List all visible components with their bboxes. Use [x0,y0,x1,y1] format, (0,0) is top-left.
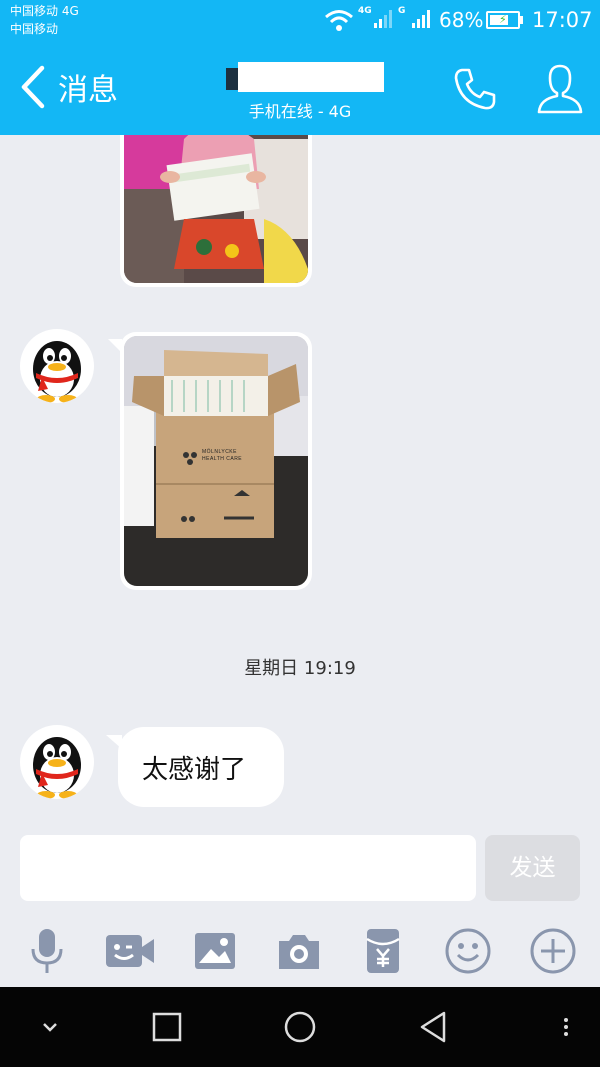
red-packet-icon[interactable] [357,925,409,977]
top-bar: 中国移动 4G 中国移动 4G G 68% ⚡ 17:07 消息 手机在线 - … [0,0,600,135]
photo-message[interactable]: MÖLNLYCKE HEALTH CARE [120,332,312,590]
penguin-avatar-icon [33,341,81,403]
emoji-icon[interactable] [442,925,494,977]
image-icon[interactable] [189,925,241,977]
signal-strength-icon: 4G [358,6,394,32]
chevron-left-icon [21,65,45,109]
profile-icon[interactable] [536,62,584,114]
video-call-icon[interactable] [104,925,156,977]
recent-apps-icon[interactable] [150,1007,184,1047]
avatar[interactable] [20,725,94,799]
avatar[interactable] [20,329,94,403]
network-type-label: 4G [358,6,372,16]
message-input[interactable] [20,835,476,901]
composer: 发送 [0,835,600,915]
carrier-line-2: 中国移动 [10,22,59,36]
phone-icon[interactable] [452,66,498,112]
photo-message[interactable] [120,135,312,287]
back-label: 消息 [58,73,118,108]
clock: 17:07 [532,8,593,32]
home-icon[interactable] [282,1007,318,1047]
signal-strength-icon: G [398,6,432,32]
status-bar: 中国移动 4G 中国移动 4G G 68% ⚡ 17:07 [0,0,600,44]
box-label-line-2: HEALTH CARE [202,456,243,462]
back-nav-icon[interactable] [416,1007,450,1047]
contact-name-redacted [226,62,384,92]
chevron-down-icon[interactable] [38,1007,62,1047]
microphone-icon[interactable] [21,925,73,977]
penguin-avatar-icon [33,737,81,799]
chat-area[interactable]: MÖLNLYCKE HEALTH CARE 星期日 19:19 太感谢了 [0,135,600,835]
network-type-label: G [398,6,406,16]
online-status: 手机在线 - 4G [248,102,352,121]
system-navigation-bar [0,987,600,1067]
send-button[interactable]: 发送 [485,835,580,901]
carrier-line-1: 中国移动 4G [10,4,79,18]
camera-icon[interactable] [273,925,325,977]
back-button[interactable]: 消息 [18,64,118,110]
photo [124,135,308,283]
message-text: 太感谢了 [142,755,247,785]
message-timestamp: 星期日 19:19 [244,658,356,679]
battery-icon: ⚡ [486,11,520,29]
text-message[interactable]: 太感谢了 [118,727,284,807]
more-options-icon[interactable] [558,1007,574,1047]
battery-percent: 68% [439,8,484,32]
composer-toolbar [0,915,600,987]
battery-tip [520,16,523,24]
plus-icon[interactable] [527,925,579,977]
box-label-line-1: MÖLNLYCKE [202,449,237,455]
wifi-icon [325,10,353,31]
